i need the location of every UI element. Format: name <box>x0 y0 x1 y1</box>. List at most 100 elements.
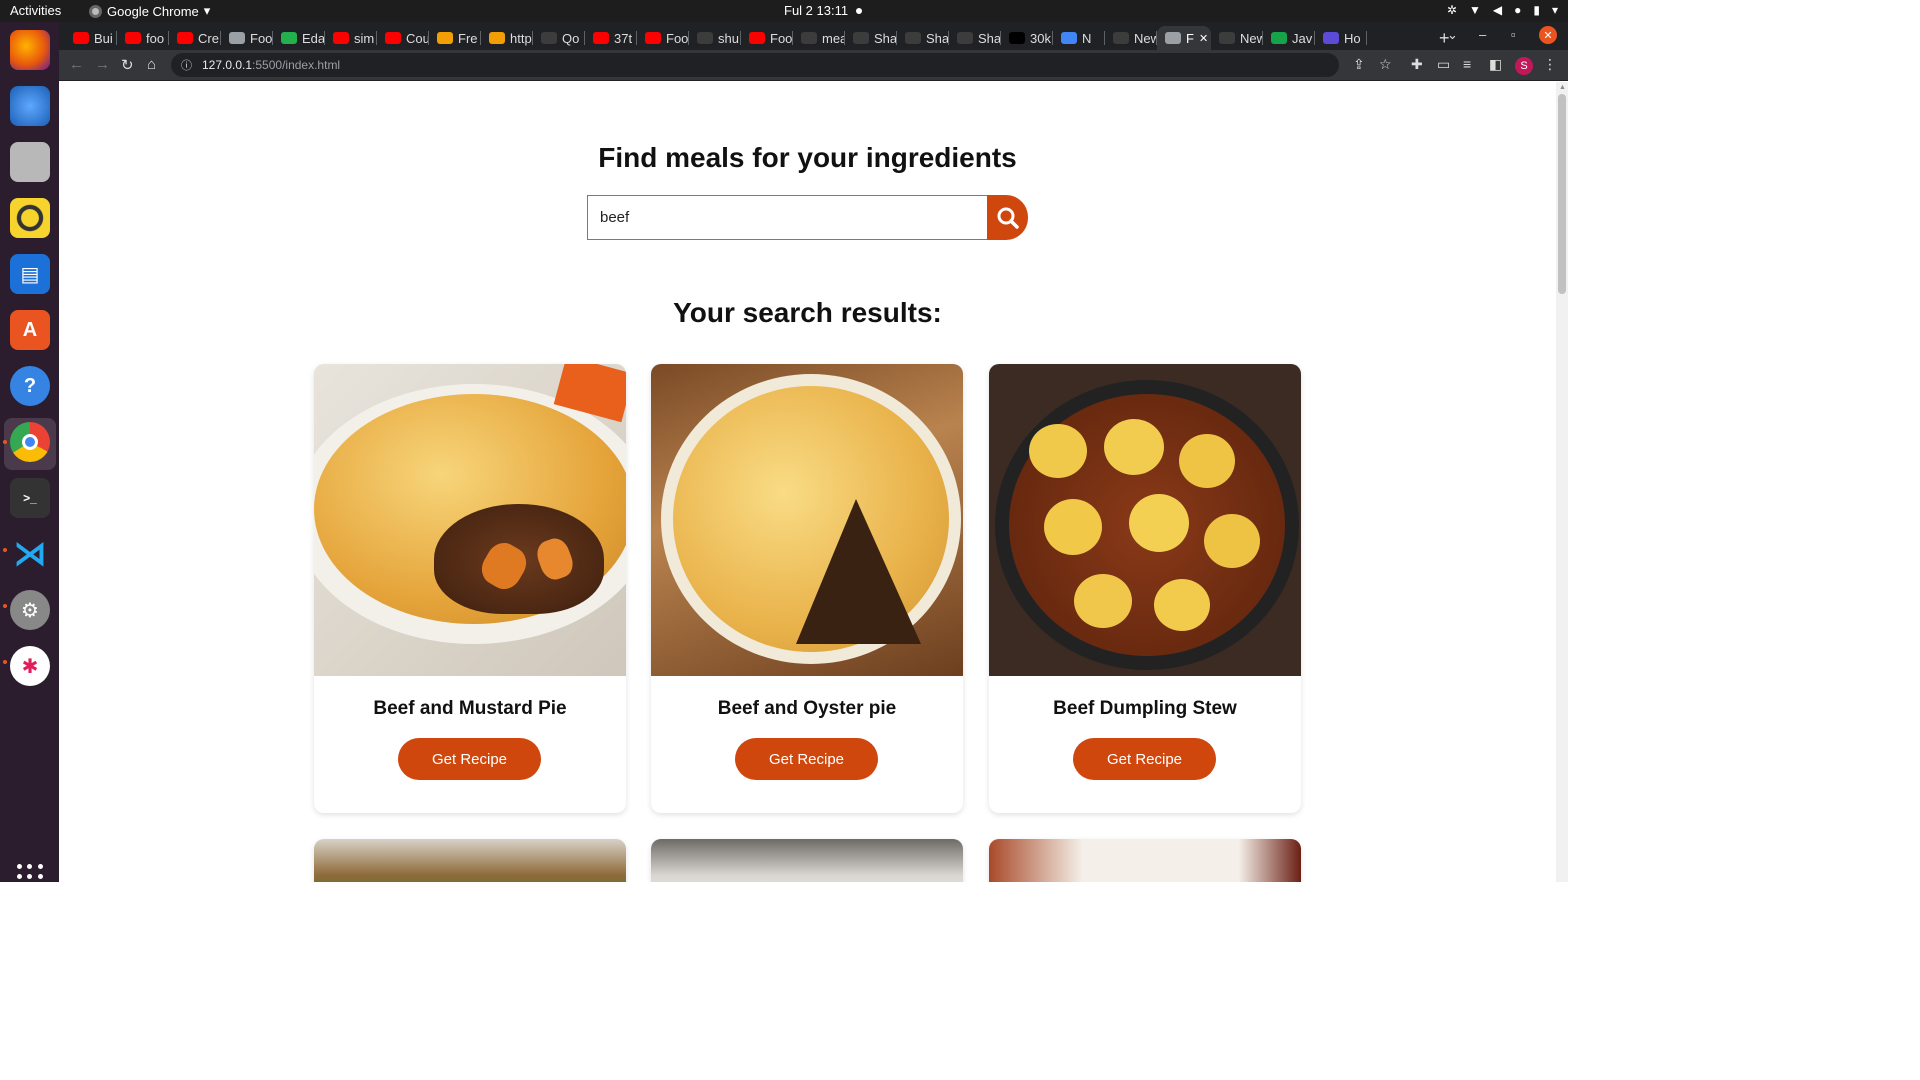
tab-search-icon[interactable]: ⌄ <box>1447 27 1458 43</box>
browser-tab[interactable]: Bui <box>65 26 117 50</box>
media-queue-icon[interactable]: ≡ <box>1463 56 1471 72</box>
wifi-icon: ▼ <box>1468 3 1481 17</box>
close-tab-icon[interactable]: ✕ <box>1199 32 1208 45</box>
browser-tab[interactable]: Foo <box>221 26 273 50</box>
tab-title: Jav <box>1292 30 1313 46</box>
meal-image[interactable] <box>314 364 626 676</box>
search-icon <box>997 207 1019 229</box>
minimize-button[interactable]: – <box>1479 27 1486 42</box>
close-window-button[interactable]: ✕ <box>1539 26 1557 44</box>
writer-icon[interactable]: ▤ <box>10 254 50 294</box>
browser-tab[interactable]: Fre <box>429 26 481 50</box>
bookmark-star-icon[interactable]: ☆ <box>1379 56 1392 73</box>
google-icon <box>1061 32 1077 44</box>
page-title: Find meals for your ingredients <box>598 142 1017 173</box>
browser-tab[interactable]: Cou <box>377 26 429 50</box>
chrome-icon <box>89 4 102 18</box>
browser-tab[interactable]: 37t <box>585 26 637 50</box>
search-input[interactable] <box>587 195 987 240</box>
tab-title: Cou <box>406 30 429 46</box>
terminal-icon[interactable]: >_ <box>10 478 50 518</box>
profile-avatar[interactable]: S <box>1515 57 1533 75</box>
browser-tab[interactable]: Sha <box>897 26 949 50</box>
clock[interactable]: Ful 2 13:11 <box>784 3 863 18</box>
thunderbird-icon[interactable] <box>10 86 50 126</box>
browser-tab[interactable]: Sha <box>949 26 1001 50</box>
meal-image[interactable] <box>651 839 963 882</box>
scroll-up-icon[interactable]: ▲ <box>1559 84 1566 91</box>
browser-tab[interactable]: N <box>1053 26 1105 50</box>
meal-card: Beef and Mustard Pie Get Recipe <box>314 364 626 813</box>
browser-tab[interactable]: sim <box>325 26 377 50</box>
get-recipe-button[interactable]: Get Recipe <box>735 738 878 780</box>
address-bar[interactable]: ⓘ 127.0.0.1:5500/index.html <box>171 53 1339 77</box>
software-icon[interactable]: A <box>10 310 50 350</box>
site-info-icon[interactable]: ⓘ <box>181 57 192 73</box>
food-icon <box>489 32 505 44</box>
youtube-icon <box>593 32 609 44</box>
browser-tab[interactable]: 30k <box>1001 26 1053 50</box>
scrollbar-thumb[interactable] <box>1558 94 1566 294</box>
browser-tab[interactable]: New <box>1211 26 1263 50</box>
github-icon <box>957 32 973 44</box>
browser-tab[interactable]: Qo <box>533 26 585 50</box>
back-arrow-icon[interactable]: ← <box>69 56 84 73</box>
browser-tab[interactable]: Jav <box>1263 26 1315 50</box>
url-host: 127.0.0.1 <box>202 58 253 72</box>
reload-icon[interactable]: ↻ <box>121 56 134 74</box>
meal-card-partial <box>651 839 963 882</box>
cast-icon[interactable]: ▭ <box>1437 56 1450 73</box>
settings-gear-icon[interactable]: ⚙ <box>10 590 50 630</box>
help-icon[interactable]: ? <box>10 366 50 406</box>
get-recipe-button[interactable]: Get Recipe <box>398 738 541 780</box>
meal-image[interactable] <box>651 364 963 676</box>
extensions-icon[interactable]: ✚ <box>1411 56 1423 73</box>
w-icon <box>1271 32 1287 44</box>
chrome-dock-icon[interactable] <box>10 422 50 462</box>
browser-tab[interactable]: Foo <box>637 26 689 50</box>
page-content: Find meals for your ingredients Your sea… <box>59 82 1556 882</box>
browser-tab[interactable]: F ✕ <box>1157 26 1211 50</box>
edamam-icon <box>281 32 297 44</box>
show-applications-icon[interactable] <box>17 864 43 890</box>
files-icon[interactable] <box>10 142 50 182</box>
get-recipe-button[interactable]: Get Recipe <box>1073 738 1216 780</box>
browser-tab[interactable]: Ho <box>1315 26 1367 50</box>
tab-title: Foo <box>250 30 273 46</box>
home-icon[interactable]: ⌂ <box>147 56 156 73</box>
firefox-icon[interactable] <box>10 30 50 70</box>
meal-image[interactable] <box>314 839 626 882</box>
browser-tab[interactable]: shu <box>689 26 741 50</box>
browser-tab[interactable]: http <box>481 26 533 50</box>
tab-title: Sha <box>874 30 897 46</box>
search-button[interactable] <box>987 195 1028 240</box>
activities-button[interactable]: Activities <box>10 3 61 18</box>
meal-card-partial <box>314 839 626 882</box>
page-scrollbar[interactable]: ▲ <box>1556 82 1568 882</box>
running-indicator-icon <box>3 660 7 664</box>
globe-icon <box>1165 32 1181 44</box>
browser-tab[interactable]: Sha <box>845 26 897 50</box>
share-icon[interactable]: ⇪ <box>1353 56 1365 73</box>
browser-tab[interactable]: New <box>1105 26 1157 50</box>
youtube-icon <box>125 32 141 44</box>
github-icon <box>1219 32 1235 44</box>
rhythmbox-icon[interactable] <box>10 198 50 238</box>
vscode-icon[interactable]: ⋊ <box>10 534 50 574</box>
system-tray[interactable]: ✲ ▼ ◀ ● ▮ ▾ <box>1447 3 1558 17</box>
kebab-menu-icon[interactable]: ⋮ <box>1543 56 1557 73</box>
meal-image[interactable] <box>989 839 1301 882</box>
browser-tab[interactable]: Foo <box>741 26 793 50</box>
app-menu[interactable]: Google Chrome ▾ <box>89 3 210 19</box>
restore-button[interactable]: ▫ <box>1511 27 1516 42</box>
browser-tab[interactable]: foo <box>117 26 169 50</box>
tab-title: Bui <box>94 30 113 46</box>
forward-arrow-icon[interactable]: → <box>95 56 110 73</box>
browser-tab[interactable]: Eda <box>273 26 325 50</box>
slack-icon[interactable]: ✱ <box>10 646 50 686</box>
browser-tab[interactable]: Cre <box>169 26 221 50</box>
browser-tab[interactable]: mea <box>793 26 845 50</box>
meal-image[interactable] <box>989 364 1301 676</box>
side-panel-icon[interactable]: ◧ <box>1489 56 1502 73</box>
tab-title: 30k <box>1030 30 1051 46</box>
